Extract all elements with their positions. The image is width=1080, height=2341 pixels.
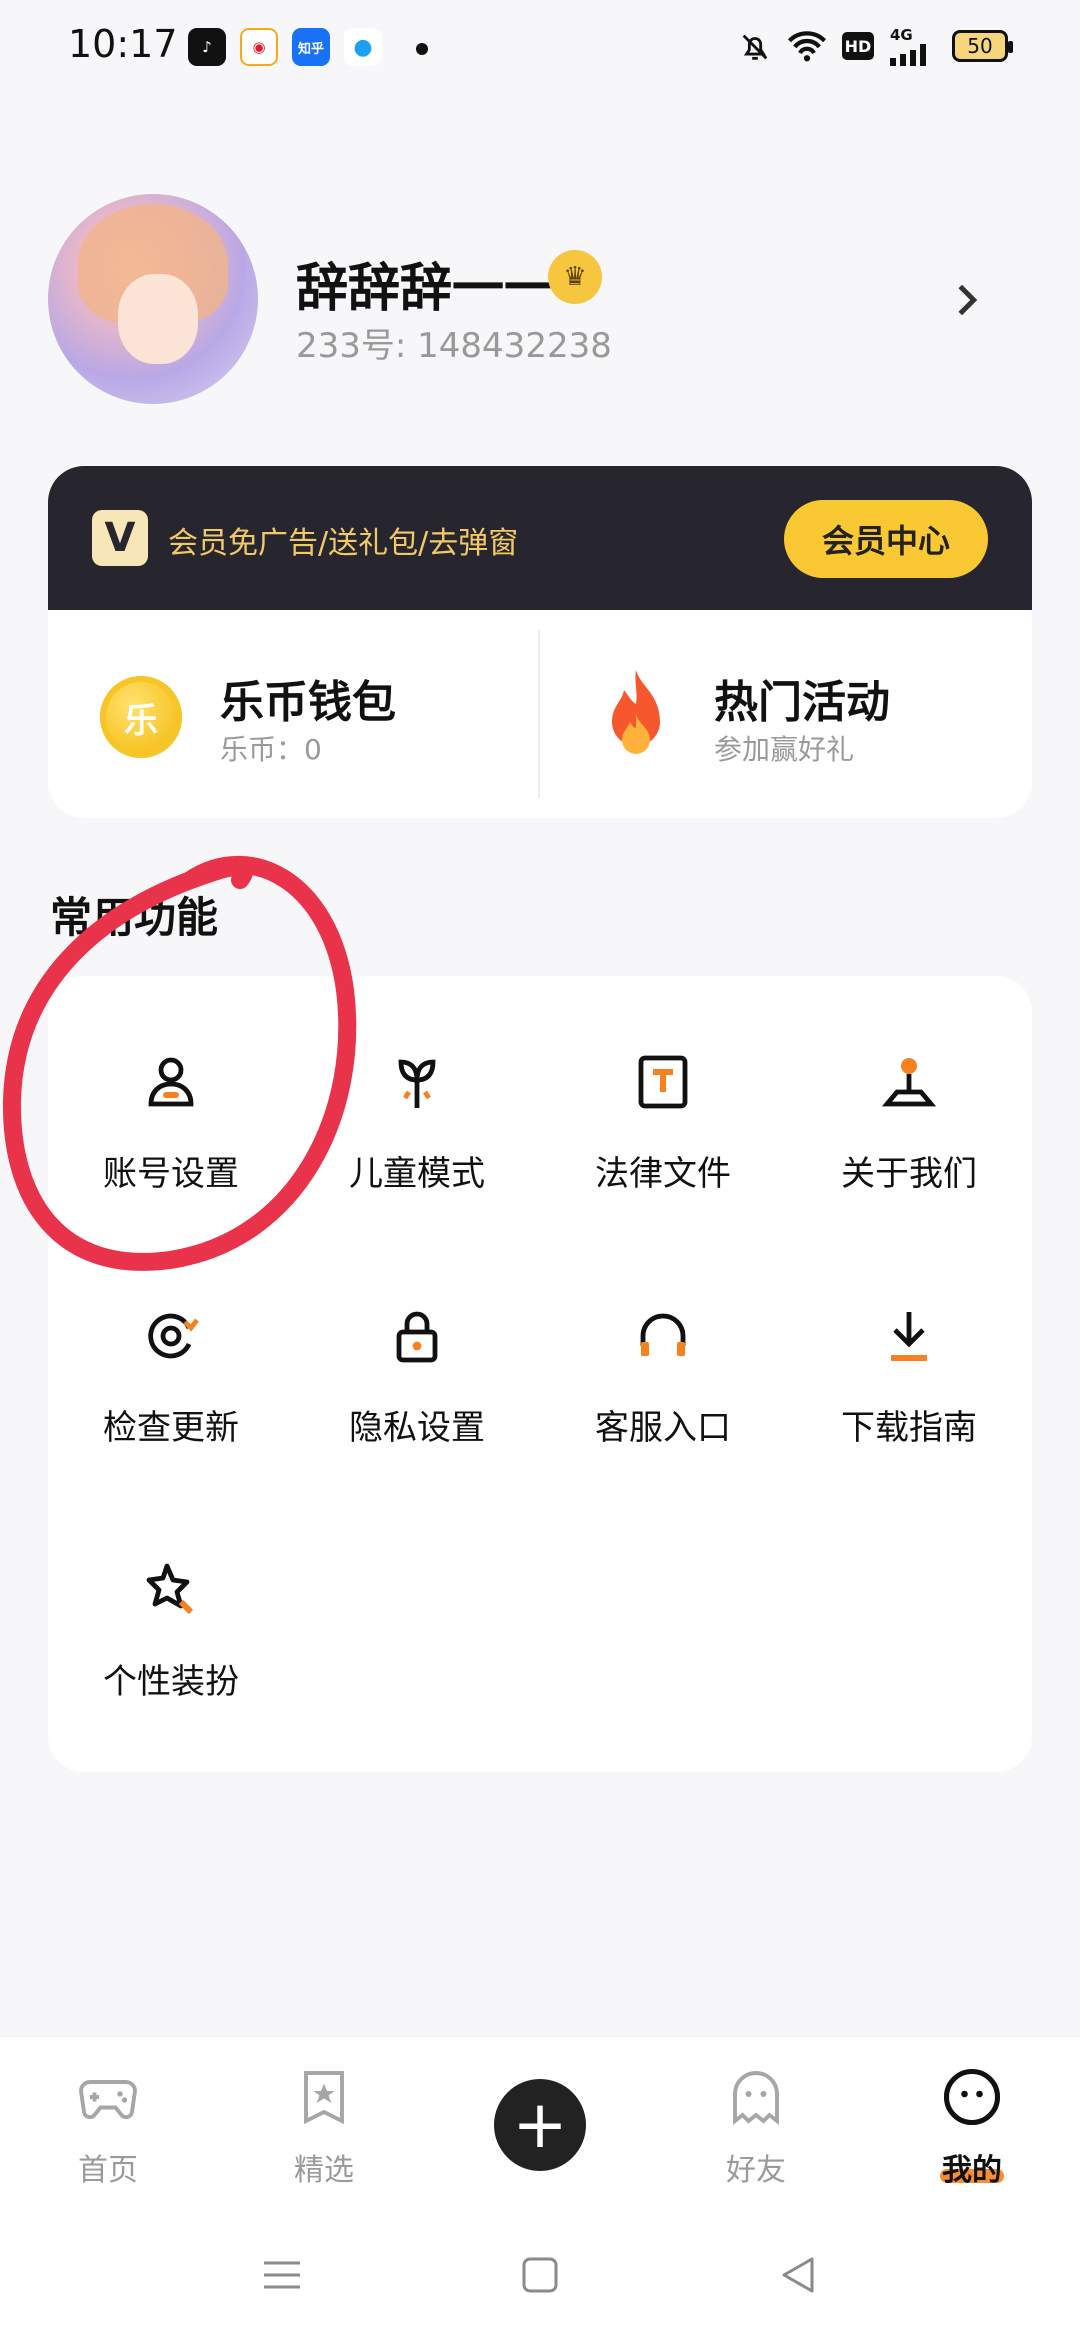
weibo-icon: ◉ <box>240 28 278 66</box>
functions-grid: 账号设置 儿童模式 法律文件 关于我们 检查更新 隐私设置 客服入口 下载指南 … <box>48 976 1032 1772</box>
battery-icon: 50 <box>952 30 1013 62</box>
profile-name[interactable]: 辞辞辞一一 <box>296 246 556 321</box>
vip-banner[interactable]: V 会员免广告/送礼包/去弹窗 会员中心 <box>48 466 1032 610</box>
hot-activity-entry[interactable]: 热门活动 参加赢好礼 <box>540 610 1032 818</box>
function-check-update[interactable]: 检查更新 <box>48 1230 294 1448</box>
crown-icon: ♛ <box>548 250 602 304</box>
refresh-icon <box>148 1313 199 1359</box>
vip-promo-text: 会员免广告/送礼包/去弹窗 <box>168 526 519 561</box>
section-title: 常用功能 <box>50 893 219 942</box>
avatar[interactable] <box>48 194 258 404</box>
notification-dot <box>416 43 428 55</box>
function-about-us[interactable]: 关于我们 <box>786 976 1032 1194</box>
hot-activity-title: 热门活动 <box>714 677 890 728</box>
function-download-guide[interactable]: 下载指南 <box>786 1230 1032 1448</box>
menu-icon[interactable] <box>262 2255 302 2295</box>
gamepad-icon <box>79 2080 137 2120</box>
wifi-icon <box>788 31 826 62</box>
nav-item-mine[interactable]: 我的 <box>892 2067 1052 2197</box>
hot-activity-sub: 参加赢好礼 <box>714 733 855 766</box>
headset-icon <box>640 1313 686 1356</box>
ghost-icon <box>733 2071 779 2126</box>
create-button[interactable]: + <box>494 2079 586 2171</box>
coin-icon: 乐 <box>100 676 182 758</box>
lock-icon <box>396 1311 438 1363</box>
function-label: 客服入口 <box>595 1408 731 1448</box>
network-type: 4G <box>890 26 913 44</box>
function-privacy-settings[interactable]: 隐私设置 <box>294 1230 540 1448</box>
user-icon <box>148 1057 194 1107</box>
nav-item-featured[interactable]: 精选 <box>244 2067 404 2197</box>
function-label: 下载指南 <box>841 1408 977 1448</box>
function-legal-documents[interactable]: 法律文件 <box>540 976 786 1194</box>
function-personalize[interactable]: 个性装扮 <box>48 1484 294 1702</box>
avatar-face <box>118 274 198 364</box>
function-account-settings[interactable]: 账号设置 <box>48 976 294 1194</box>
nav-label: 首页 <box>78 2153 138 2188</box>
zhihu-icon: 知乎 <box>292 28 330 66</box>
star-bookmark-icon <box>304 2071 344 2125</box>
vip-logo-icon: V <box>92 510 148 566</box>
signal-icon <box>890 44 926 66</box>
pin-icon <box>881 1058 937 1107</box>
tiktok-icon: ♪ <box>188 28 226 66</box>
nav-label: 精选 <box>294 2153 354 2188</box>
wallet-title: 乐币钱包 <box>220 677 396 728</box>
function-label: 隐私设置 <box>349 1408 485 1448</box>
hd-badge: HD <box>842 32 874 60</box>
wallet-card: 乐 乐币钱包 乐币：0 热门活动 参加赢好礼 <box>48 610 1032 818</box>
sprout-icon <box>398 1059 436 1108</box>
wallet-balance: 乐币：0 <box>220 733 322 766</box>
document-icon <box>638 1055 688 1109</box>
face-icon <box>943 2068 1001 2126</box>
fire-icon <box>612 670 660 754</box>
mute-bell-icon <box>742 34 768 60</box>
function-customer-service[interactable]: 客服入口 <box>540 1230 786 1448</box>
nav-item-home[interactable]: 首页 <box>28 2067 188 2197</box>
status-time: 10:17 <box>68 22 178 66</box>
back-icon[interactable] <box>778 2255 818 2295</box>
function-label: 个性装扮 <box>103 1662 239 1702</box>
function-label: 检查更新 <box>103 1408 239 1448</box>
chevron-right-icon[interactable] <box>952 282 982 318</box>
browser-icon: ● <box>344 28 382 66</box>
download-icon <box>891 1312 927 1361</box>
vip-center-button[interactable]: 会员中心 <box>784 500 988 578</box>
function-label: 儿童模式 <box>349 1154 485 1194</box>
profile-id: 233号: 148432238 <box>296 326 612 366</box>
function-label: 账号设置 <box>103 1154 239 1194</box>
nav-label: 好友 <box>726 2153 786 2188</box>
home-icon[interactable] <box>520 2255 560 2295</box>
function-label: 法律文件 <box>595 1154 731 1194</box>
function-label: 关于我们 <box>841 1154 977 1194</box>
bottom-nav: 首页 精选 + 好友 我的 <box>0 2036 1080 2341</box>
function-kids-mode[interactable]: 儿童模式 <box>294 976 540 1194</box>
nav-item-friends[interactable]: 好友 <box>676 2067 836 2197</box>
nav-label: 我的 <box>942 2153 1002 2188</box>
status-bar: 10:17 ♪ ◉ 知乎 ● HD 4G 50 <box>0 0 1080 96</box>
wallet-entry[interactable]: 乐 乐币钱包 乐币：0 <box>48 610 538 818</box>
star-wand-icon <box>146 1563 194 1615</box>
